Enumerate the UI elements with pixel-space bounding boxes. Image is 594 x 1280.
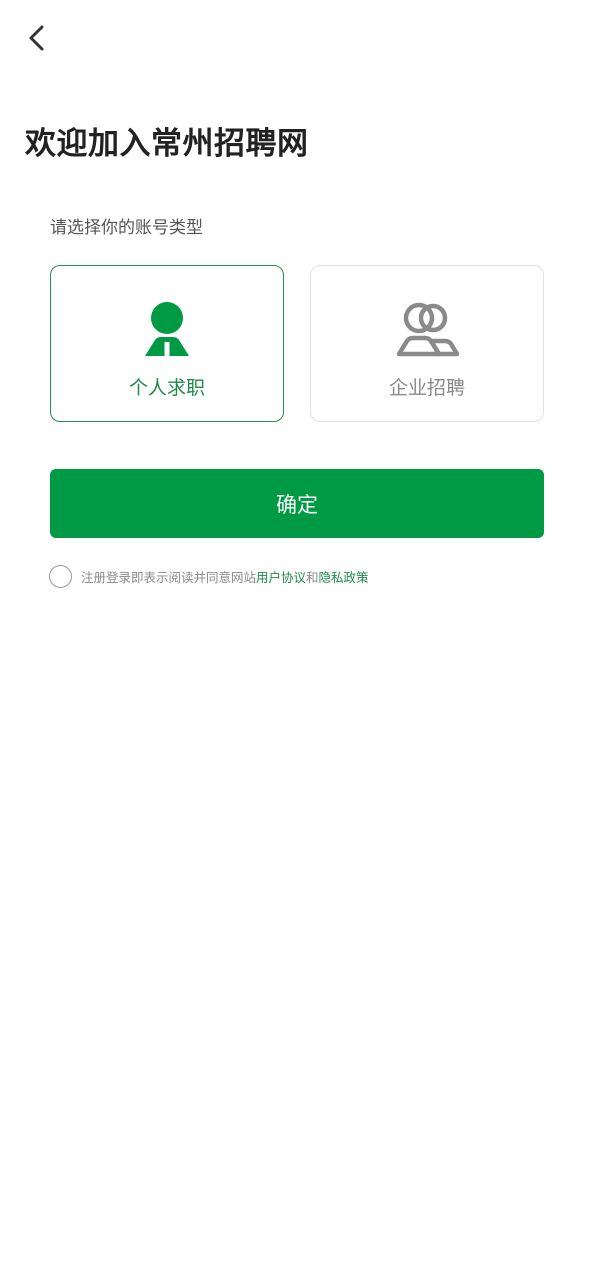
account-type-company[interactable]: 企业招聘	[310, 265, 544, 422]
account-type-label: 个人求职	[128, 377, 205, 399]
agreement-conjunction: 和	[306, 570, 319, 585]
agreement-text: 注册登录即表示阅读并同意网站用户协议和隐私政策	[81, 567, 369, 586]
user-agreement-link[interactable]: 用户协议	[256, 570, 306, 585]
confirm-button[interactable]: 确定	[50, 469, 544, 538]
chevron-left-icon	[29, 25, 44, 51]
section-label: 请选择你的账号类型	[50, 218, 203, 238]
group-icon	[395, 300, 459, 360]
account-type-screen: 欢迎加入常州招聘网 请选择你的账号类型 个人求职 企业招聘 确定 注册登录即表示…	[0, 0, 594, 1280]
privacy-policy-link[interactable]: 隐私政策	[319, 570, 369, 585]
agreement-row: 注册登录即表示阅读并同意网站用户协议和隐私政策	[49, 565, 369, 588]
page-title: 欢迎加入常州招聘网	[25, 126, 309, 162]
person-icon	[135, 300, 199, 360]
agreement-prefix: 注册登录即表示阅读并同意网站	[81, 570, 257, 585]
agree-checkbox[interactable]	[49, 565, 72, 588]
account-type-label: 企业招聘	[388, 377, 465, 399]
account-type-personal[interactable]: 个人求职	[50, 265, 284, 422]
back-button[interactable]	[14, 16, 58, 60]
